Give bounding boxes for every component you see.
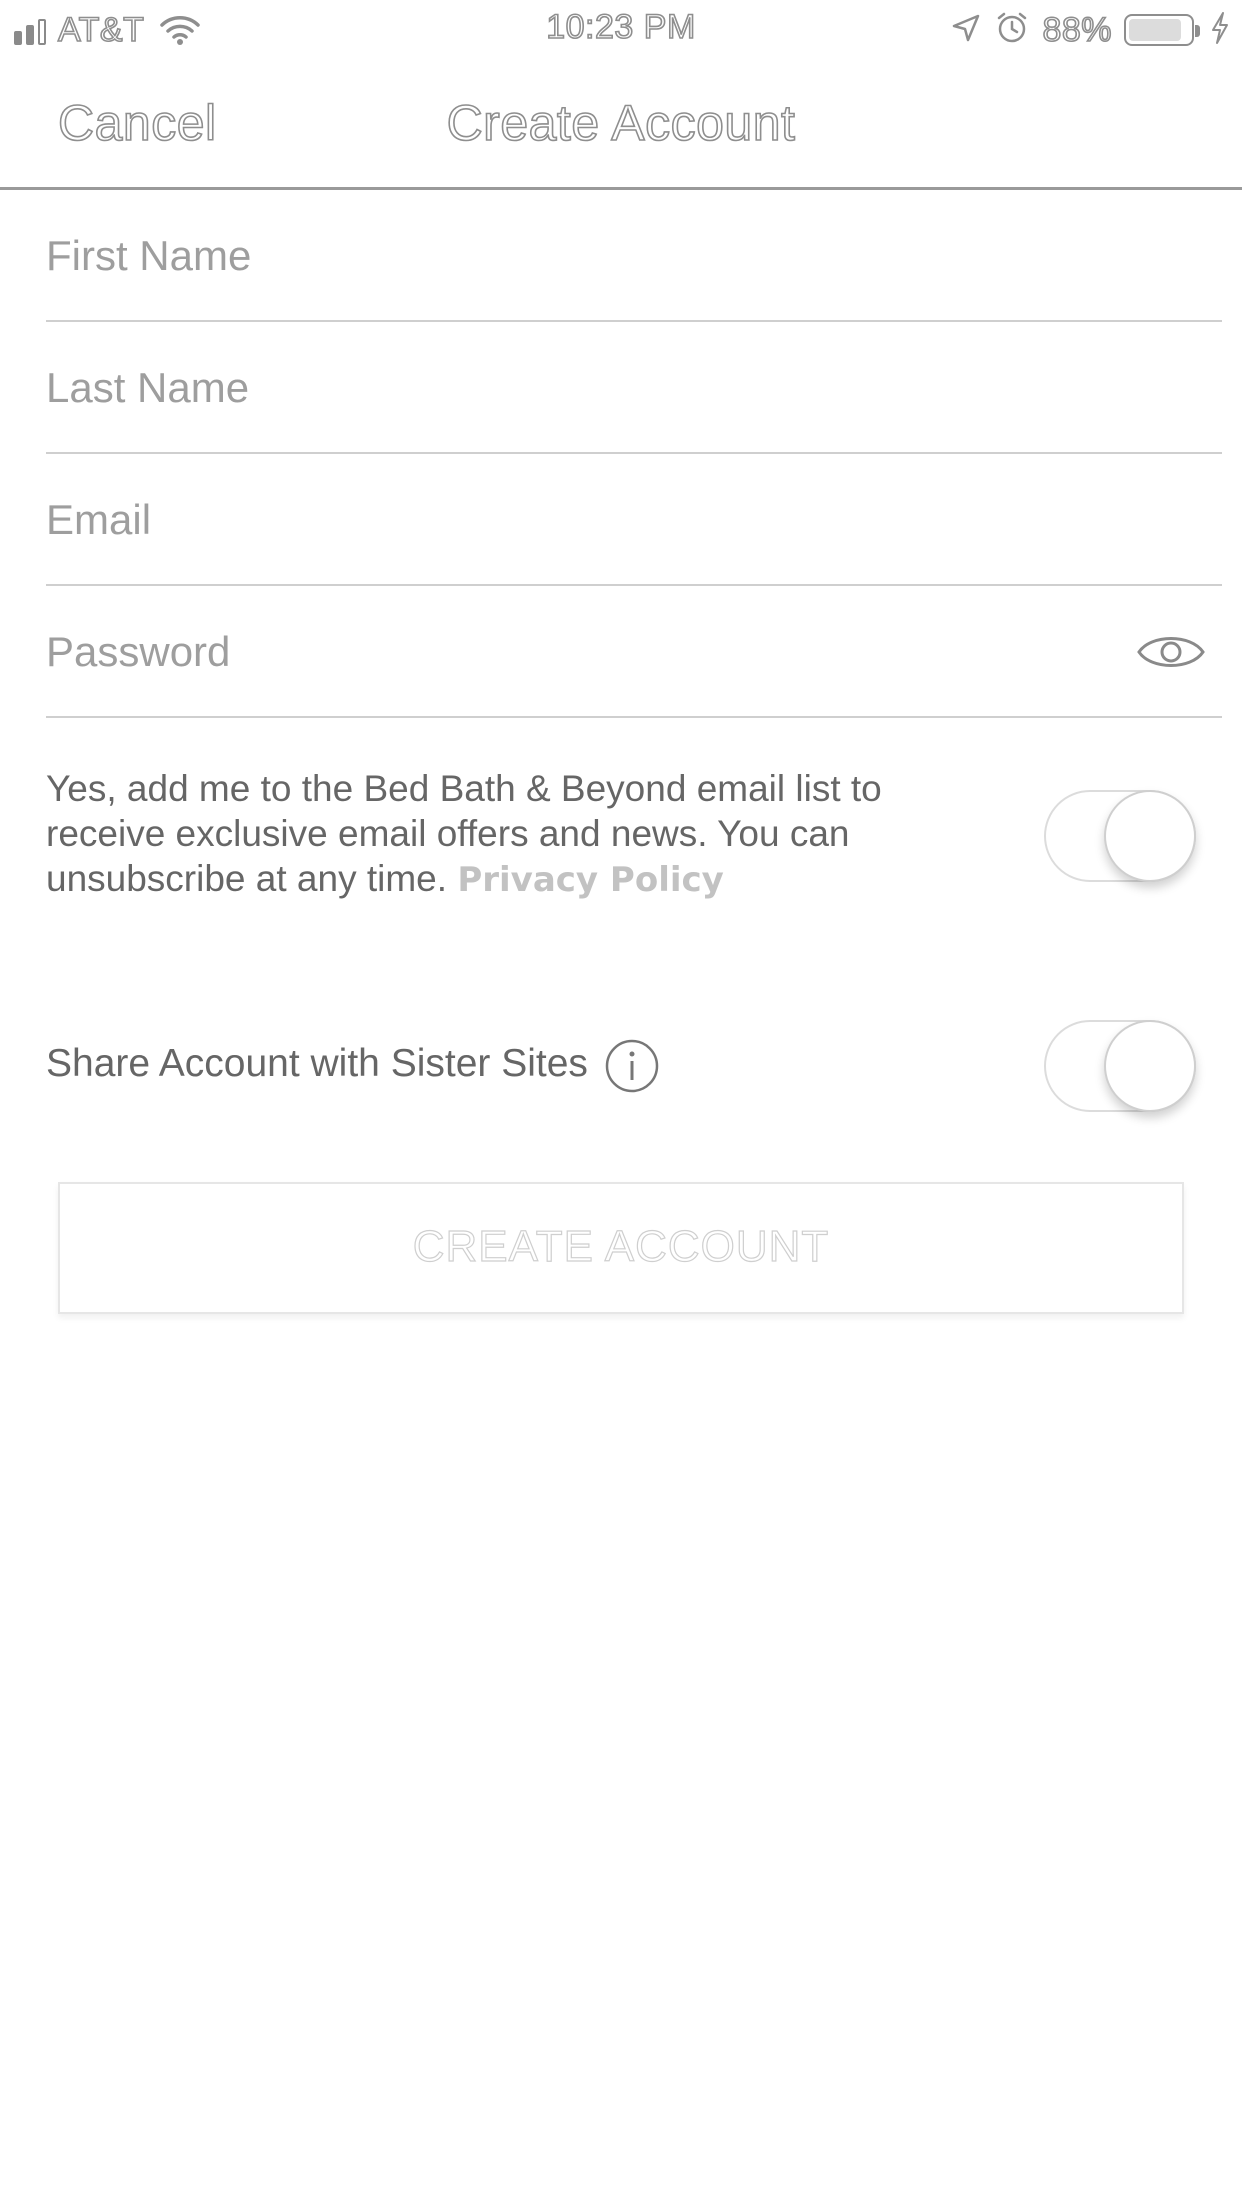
create-account-screen: AT&T 10:23 PM 88% Cancel Create Account … [0, 0, 1242, 2208]
alarm-icon [994, 10, 1030, 51]
first-name-row [46, 190, 1222, 322]
toggle-knob [1104, 790, 1196, 882]
status-bar: AT&T 10:23 PM 88% [0, 0, 1242, 62]
location-icon [950, 12, 982, 49]
status-right: 88% [950, 10, 1230, 51]
password-field[interactable] [46, 586, 1222, 716]
toggle-knob [1104, 1020, 1196, 1112]
info-icon[interactable] [604, 1038, 660, 1094]
nav-bar: Cancel Create Account [0, 62, 1242, 190]
battery-icon [1124, 14, 1200, 46]
create-account-button-label: CREATE ACCOUNT [412, 1221, 830, 1271]
last-name-field[interactable] [46, 322, 1222, 452]
email-row [46, 454, 1222, 586]
battery-level-fill [1129, 19, 1181, 41]
last-name-row [46, 322, 1222, 454]
share-account-label: Share Account with Sister Sites [46, 1042, 588, 1085]
create-account-button[interactable]: CREATE ACCOUNT [58, 1182, 1184, 1314]
email-field[interactable] [46, 454, 1222, 584]
battery-percent: 88% [1042, 10, 1113, 50]
share-account-toggle[interactable] [1044, 1020, 1196, 1112]
email-optin-text: Yes, add me to the Bed Bath & Beyond ema… [46, 766, 926, 903]
privacy-policy-link[interactable]: Privacy Policy [457, 860, 724, 900]
email-optin-toggle[interactable] [1044, 790, 1196, 882]
charging-icon [1210, 11, 1230, 50]
password-row [46, 586, 1222, 718]
show-password-eye-icon[interactable] [1136, 628, 1206, 676]
page-title: Create Account [446, 94, 796, 152]
first-name-field[interactable] [46, 190, 1222, 320]
